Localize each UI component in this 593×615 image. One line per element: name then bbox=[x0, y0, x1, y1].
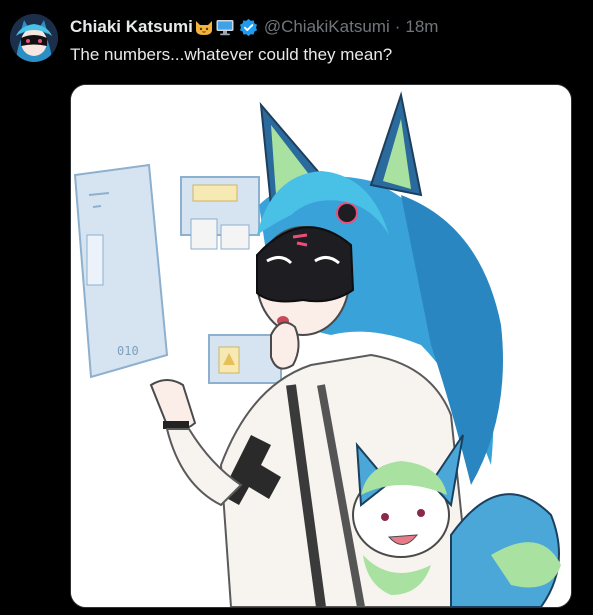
verified-badge-icon[interactable] bbox=[239, 18, 258, 37]
handle[interactable]: @ChiakiKatsumi bbox=[264, 17, 390, 37]
cat-face-icon bbox=[194, 17, 214, 37]
tweet-header: Chiaki Katsumi @ChiakiKatsumi · 18m bbox=[70, 16, 583, 38]
display-name[interactable]: Chiaki Katsumi bbox=[70, 17, 193, 37]
tweet: Chiaki Katsumi @ChiakiKatsumi · 18m The … bbox=[0, 0, 593, 615]
timestamp[interactable]: 18m bbox=[405, 17, 438, 37]
illustration: 010 bbox=[71, 85, 571, 607]
tweet-text: The numbers...whatever could they mean? bbox=[70, 45, 393, 64]
media-image[interactable]: 010 bbox=[70, 84, 572, 608]
separator-dot: · bbox=[394, 17, 401, 36]
holo-screen-text: 010 bbox=[117, 344, 139, 358]
avatar[interactable] bbox=[10, 14, 58, 62]
avatar-image bbox=[10, 14, 58, 62]
computer-monitor-icon bbox=[215, 17, 235, 37]
